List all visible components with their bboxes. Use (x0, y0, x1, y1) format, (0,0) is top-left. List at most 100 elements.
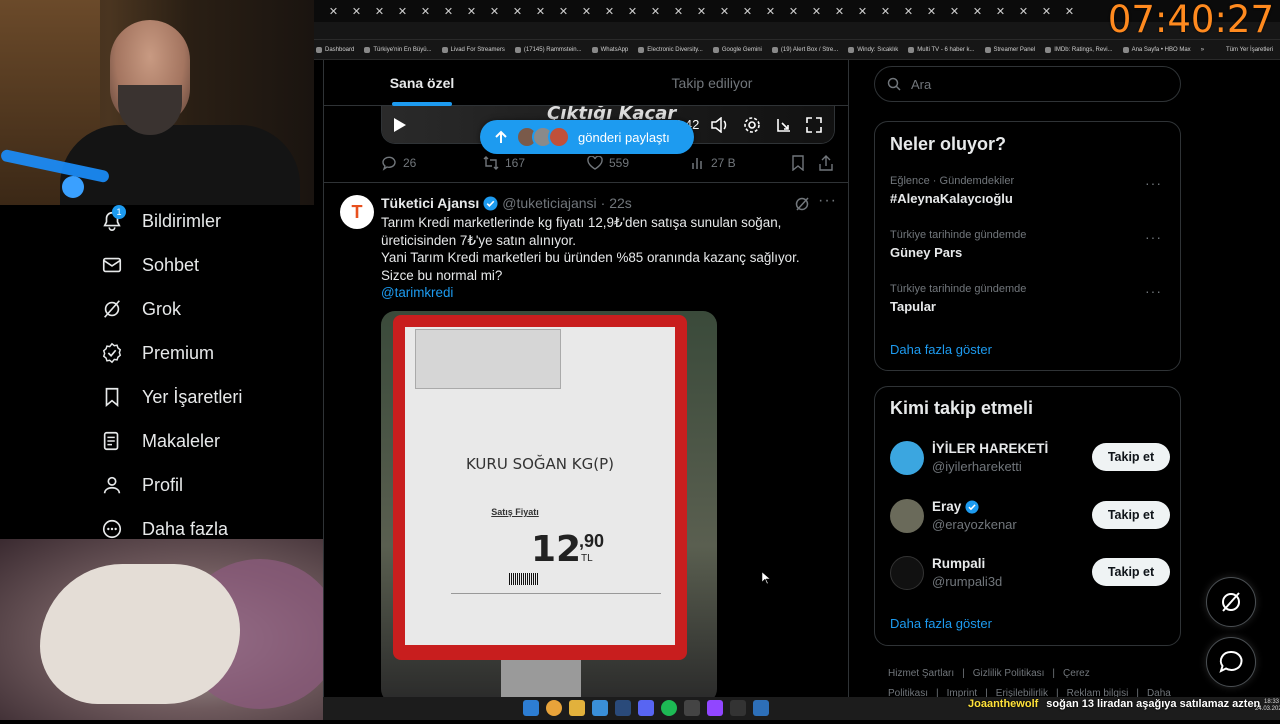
settings-gear-icon[interactable] (742, 115, 762, 135)
tab-close-icon[interactable]: ✕ (345, 5, 368, 18)
tab-close-icon[interactable]: ✕ (598, 5, 621, 18)
bookmark-item[interactable]: (19) Alert Box / Stre... (771, 46, 838, 53)
tab-close-icon[interactable]: ✕ (828, 5, 851, 18)
sidebar-item-sohbet[interactable]: Sohbet (100, 250, 199, 280)
avatar[interactable] (890, 441, 924, 475)
sidebar-item-premium[interactable]: Premium (100, 338, 214, 368)
twitch-icon[interactable] (707, 700, 723, 716)
tab-close-icon[interactable]: ✕ (644, 5, 667, 18)
pip-icon[interactable] (774, 115, 794, 135)
footer-link[interactable]: Hizmet Şartları (888, 668, 954, 679)
tab-close-icon[interactable]: ✕ (529, 5, 552, 18)
tab-close-icon[interactable]: ✕ (943, 5, 966, 18)
bookmark-item[interactable]: Google Gemini (712, 46, 762, 53)
app-icon[interactable] (592, 700, 608, 716)
tab-close-icon[interactable]: ✕ (575, 5, 598, 18)
trend-item[interactable]: Türkiye tarihinde gündemde Güney Pars ··… (890, 229, 1170, 260)
tweet[interactable]: T Tüketici Ajansı @tuketiciajansi · 22s … (324, 183, 848, 697)
tab-close-icon[interactable]: ✕ (759, 5, 782, 18)
tab-close-icon[interactable]: ✕ (460, 5, 483, 18)
tab-close-icon[interactable]: ✕ (414, 5, 437, 18)
follow-suggestion[interactable]: İYİLER HAREKETİ @iyilerhareketti Takip e… (890, 439, 1170, 479)
show-more-link[interactable]: Daha fazla göster (890, 342, 992, 357)
sidebar-item-profil[interactable]: Profil (100, 470, 183, 500)
tab-close-icon[interactable]: ✕ (989, 5, 1012, 18)
app-icon[interactable] (753, 700, 769, 716)
author-name[interactable]: Tüketici Ajansı (381, 195, 479, 211)
sidebar-item-yer-i-aretleri[interactable]: Yer İşaretleri (100, 382, 242, 412)
bookmark-item[interactable]: WhatsApp (591, 46, 628, 53)
bookmark-item[interactable]: Ana Sayfa • HBO Max (1122, 46, 1191, 53)
trend-item[interactable]: Türkiye tarihinde gündemde Tapular ··· (890, 283, 1170, 314)
follow-button[interactable]: Takip et (1092, 558, 1170, 586)
tab-close-icon[interactable]: ✕ (667, 5, 690, 18)
tab-close-icon[interactable]: ✕ (1035, 5, 1058, 18)
folder-icon[interactable] (569, 700, 585, 716)
bookmark-item[interactable]: IMDb: Ratings, Revi... (1045, 46, 1113, 53)
like-button[interactable]: 559 (587, 156, 629, 170)
tab-close-icon[interactable]: ✕ (874, 5, 897, 18)
tab-close-icon[interactable]: ✕ (506, 5, 529, 18)
bookmark-item[interactable]: Dashboard (316, 46, 354, 53)
more-options-icon[interactable]: ··· (1145, 229, 1162, 245)
tab-following[interactable]: Takip ediliyor (614, 60, 810, 106)
author-handle[interactable]: @tuketiciajansi (502, 195, 596, 211)
reply-button[interactable]: 26 (381, 155, 416, 171)
steam-icon[interactable] (615, 700, 631, 716)
tab-close-icon[interactable]: ✕ (690, 5, 713, 18)
messages-fab-button[interactable] (1206, 637, 1256, 687)
volume-icon[interactable] (710, 115, 730, 135)
bookmark-item[interactable]: Windy: Sıcaklık (848, 46, 898, 53)
repost-button[interactable]: 167 (483, 156, 525, 170)
discord-icon[interactable] (638, 700, 654, 716)
chrome-icon[interactable] (546, 700, 562, 716)
tab-close-icon[interactable]: ✕ (621, 5, 644, 18)
all-bookmarks-folder[interactable]: Tüm Yer İşaretleri (1226, 47, 1273, 53)
tab-close-icon[interactable]: ✕ (920, 5, 943, 18)
grok-icon[interactable] (794, 196, 810, 212)
tab-close-icon[interactable]: ✕ (483, 5, 506, 18)
post-time[interactable]: · 22s (601, 195, 632, 211)
tab-for-you[interactable]: Sana özel (324, 60, 520, 106)
follow-button[interactable]: Takip et (1092, 443, 1170, 471)
bookmarks-overflow-button[interactable]: » (1201, 47, 1204, 53)
share-button[interactable] (819, 155, 833, 171)
more-options-icon[interactable]: ··· (1145, 175, 1162, 191)
tab-close-icon[interactable]: ✕ (322, 5, 345, 18)
grok-fab-button[interactable] (1206, 577, 1256, 627)
new-posts-pill[interactable]: gönderi paylaştı (480, 120, 694, 154)
bookmark-item[interactable]: Livad For Streamers (441, 46, 505, 53)
tab-close-icon[interactable]: ✕ (368, 5, 391, 18)
tab-close-icon[interactable]: ✕ (966, 5, 989, 18)
bookmark-item[interactable]: Türkiye'nin En Büyü... (364, 46, 432, 53)
avatar[interactable] (890, 499, 924, 533)
footer-link[interactable]: Gizlilik Politikası (973, 668, 1045, 679)
tab-close-icon[interactable]: ✕ (1012, 5, 1035, 18)
search-input[interactable]: Ara (874, 66, 1181, 102)
bookmark-item[interactable]: (17145) Rammstein... (514, 46, 582, 53)
show-more-link[interactable]: Daha fazla göster (890, 616, 992, 631)
tab-close-icon[interactable]: ✕ (851, 5, 874, 18)
tab-close-icon[interactable]: ✕ (805, 5, 828, 18)
obs-icon[interactable] (730, 700, 746, 716)
bookmark-item[interactable]: Electronic Diversity... (638, 46, 703, 53)
sidebar-item-grok[interactable]: Grok (100, 294, 181, 324)
tab-close-icon[interactable]: ✕ (782, 5, 805, 18)
tab-close-icon[interactable]: ✕ (437, 5, 460, 18)
more-options-icon[interactable]: ··· (818, 192, 837, 210)
trend-item[interactable]: Eğlence · Gündemdekiler #AleynaKalaycıoğ… (890, 175, 1170, 206)
sidebar-item-makaleler[interactable]: Makaleler (100, 426, 220, 456)
tab-close-icon[interactable]: ✕ (391, 5, 414, 18)
mention-link[interactable]: @tarimkredi (381, 284, 821, 302)
tab-close-icon[interactable]: ✕ (897, 5, 920, 18)
avatar[interactable] (890, 556, 924, 590)
follow-suggestion[interactable]: Rumpali @rumpali3d Takip et (890, 554, 1170, 594)
bookmark-button[interactable] (791, 155, 805, 171)
play-icon[interactable] (390, 115, 410, 135)
windows-start-icon[interactable] (523, 700, 539, 716)
spotify-icon[interactable] (661, 700, 677, 716)
follow-suggestion[interactable]: Eray @erayozkenar Takip et (890, 497, 1170, 537)
avatar[interactable]: T (340, 195, 374, 229)
tab-close-icon[interactable]: ✕ (552, 5, 575, 18)
bookmark-item[interactable]: Streamer Panel (984, 46, 1035, 53)
